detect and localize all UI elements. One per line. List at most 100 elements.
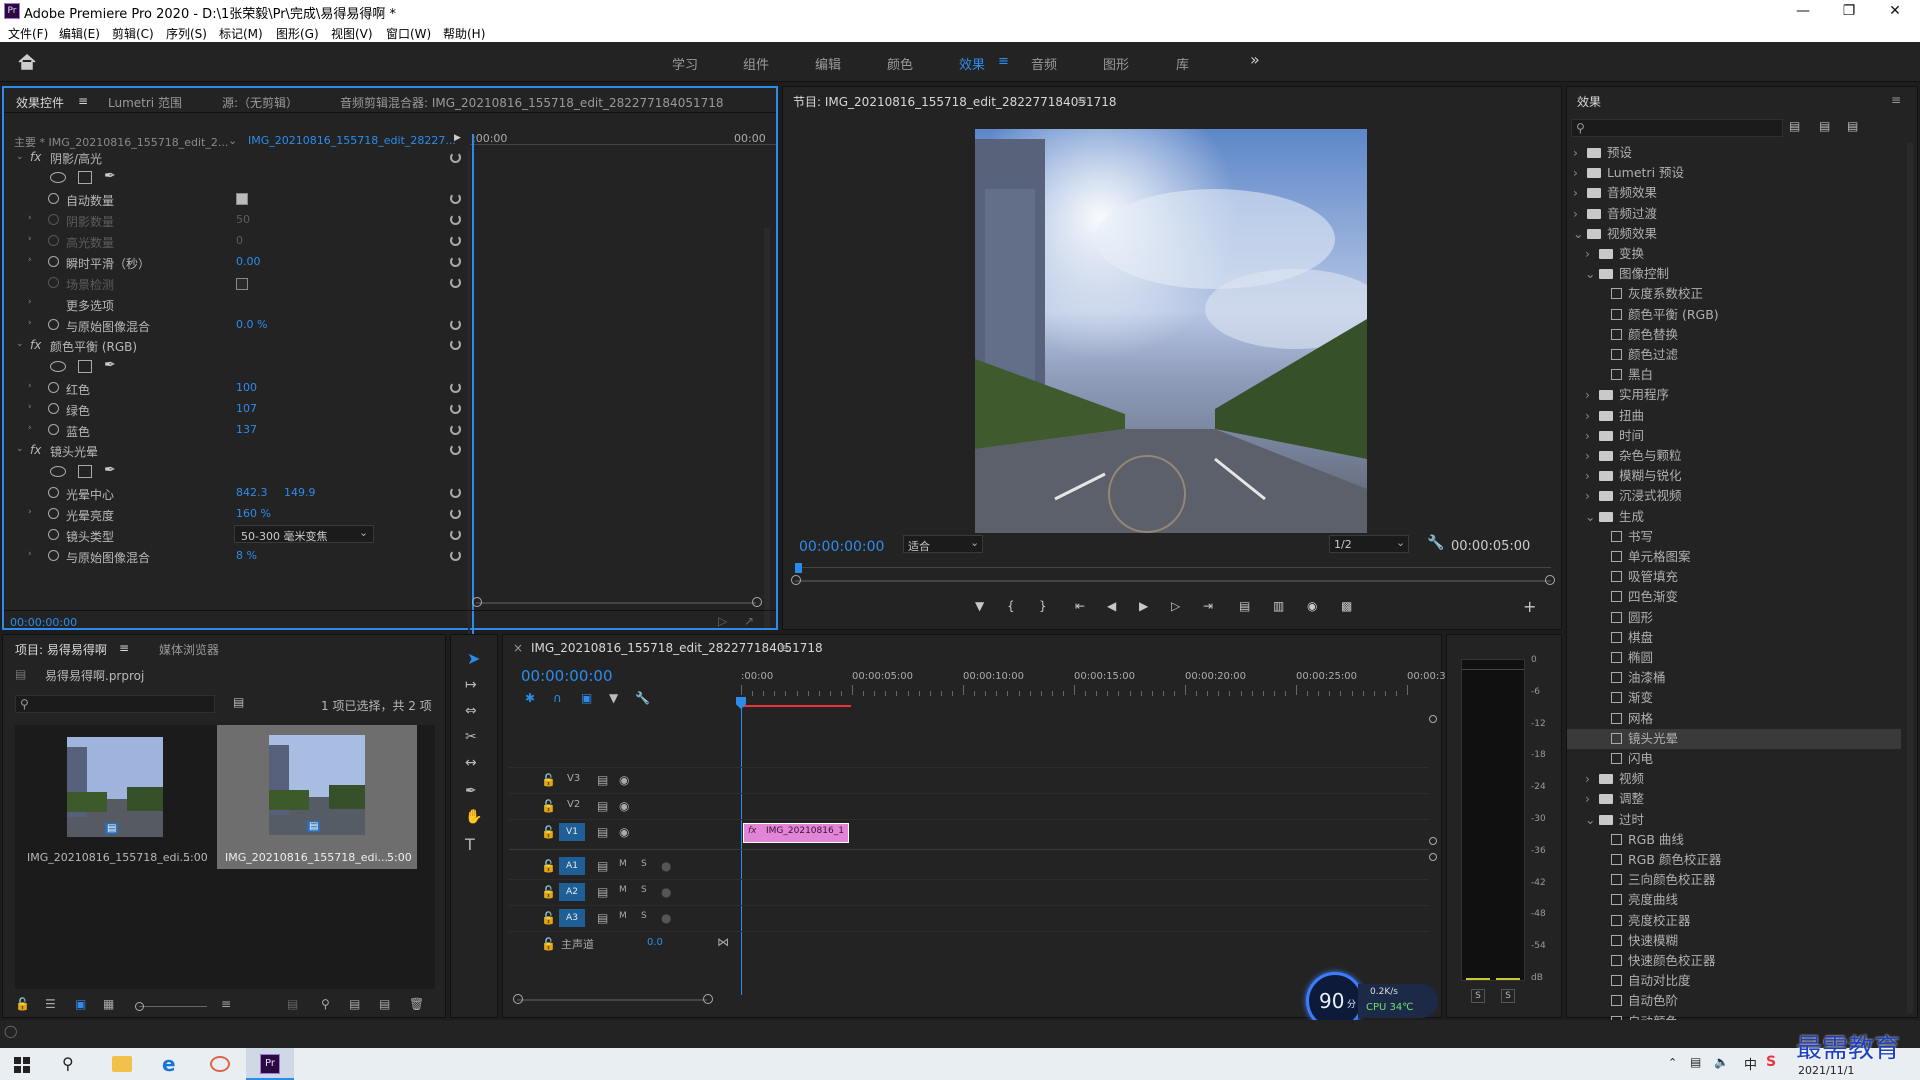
menu-edit[interactable]: 编辑(E) — [59, 25, 100, 42]
stopwatch-icon[interactable] — [48, 403, 59, 414]
temporal-smoothing-value[interactable]: 0.00 — [236, 255, 261, 268]
new-bin-icon[interactable]: ▤ — [349, 997, 360, 1011]
pen-tool-icon[interactable]: ✒ — [465, 783, 477, 799]
playhead-handle[interactable] — [736, 697, 746, 709]
chevron-right-icon[interactable]: › — [1585, 769, 1599, 789]
hand-tool-icon[interactable]: ✋ — [465, 809, 482, 825]
panel-menu-icon[interactable]: ≡ — [1891, 93, 1901, 107]
sync-lock-icon[interactable]: ▤ — [597, 799, 608, 813]
chevron-right-icon[interactable]: › — [1585, 789, 1599, 809]
reset-icon[interactable] — [450, 403, 461, 414]
zoom-handle-left[interactable] — [513, 994, 523, 1004]
track-v1[interactable]: 🔓 V1 ▤ ◉ — [503, 821, 733, 845]
stopwatch-icon[interactable] — [48, 424, 59, 435]
lock-icon[interactable]: 🔓 — [541, 911, 556, 925]
reset-icon[interactable] — [450, 235, 461, 246]
collapse-icon[interactable]: ⌄ — [16, 152, 24, 162]
fx-badge-icon[interactable]: fx — [30, 443, 41, 457]
track-target-a2[interactable]: A2 — [559, 883, 585, 901]
blend-original-2-value[interactable]: 8 % — [236, 549, 257, 562]
reset-icon[interactable] — [450, 214, 461, 225]
track-a2[interactable]: 🔓 A2 ▤ M S ● — [503, 881, 733, 905]
chevron-right-icon[interactable]: › — [1585, 426, 1599, 446]
lens-type-select[interactable]: 50-300 毫米变焦 ⌄ — [234, 525, 374, 543]
ellipse-mask-icon[interactable] — [50, 466, 66, 477]
panel-menu-icon[interactable]: ≡ — [78, 94, 88, 108]
close-icon[interactable]: ✕ — [1872, 0, 1918, 22]
track-target-a1[interactable]: A1 — [559, 857, 585, 875]
effects-item[interactable]: 椭圆 — [1567, 648, 1901, 668]
fx-badge-icon[interactable]: fx — [30, 338, 41, 352]
red-value[interactable]: 100 — [236, 381, 257, 394]
effects-folder[interactable]: ⌄ 生成 — [1567, 507, 1901, 527]
effects-item[interactable]: 亮度校正器 — [1567, 911, 1901, 931]
effects-item[interactable]: 自动色阶 — [1567, 991, 1901, 1011]
stopwatch-icon[interactable] — [48, 508, 59, 519]
chevron-right-icon[interactable]: › — [1585, 385, 1599, 405]
workspace-effects[interactable]: 效果 — [959, 54, 985, 73]
workspace-graphics[interactable]: 图形 — [1103, 54, 1129, 73]
sync-lock-icon[interactable]: ▤ — [597, 859, 608, 873]
master-volume-value[interactable]: 0.0 — [647, 937, 663, 948]
slip-tool-icon[interactable]: ↔ — [465, 755, 477, 771]
stopwatch-icon[interactable] — [48, 193, 59, 204]
expand-icon[interactable]: › — [28, 423, 32, 433]
reset-icon[interactable] — [450, 424, 461, 435]
effects-item[interactable]: 镜头光晕 — [1567, 728, 1901, 749]
video-scroll-handle[interactable] — [1429, 715, 1437, 723]
blue-value[interactable]: 137 — [236, 423, 257, 436]
add-marker-icon[interactable]: ▼ — [609, 691, 618, 705]
sort-icon[interactable]: ≡ — [221, 997, 231, 1011]
program-zoom-bar[interactable] — [795, 580, 1551, 582]
panel-menu-icon[interactable]: ≡ — [119, 641, 129, 655]
effects-item[interactable]: 四色渐变 — [1567, 587, 1901, 607]
effects-folder[interactable]: ⌄ 视频效果 — [1567, 224, 1901, 244]
flare-center-x[interactable]: 842.3 — [236, 486, 268, 499]
project-search-input[interactable]: ⚲ — [15, 695, 215, 713]
menu-view[interactable]: 视图(V) — [331, 25, 373, 42]
chevron-down-icon[interactable]: ⌄ — [1585, 810, 1599, 830]
collapse-icon[interactable]: ⌄ — [16, 339, 24, 349]
track-target-v1[interactable]: V1 — [559, 823, 585, 841]
auto-amount-checkbox[interactable] — [236, 193, 248, 205]
expand-icon[interactable]: › — [28, 381, 32, 391]
trash-icon[interactable]: 🗑 — [409, 997, 424, 1011]
find-icon[interactable]: ⚲ — [321, 997, 330, 1011]
lens-flare-effect[interactable]: 镜头光晕 — [50, 443, 98, 460]
more-workspaces-icon[interactable]: » — [1250, 50, 1260, 69]
effects-folder[interactable]: ⌄ 图像控制 — [1567, 264, 1901, 284]
audio-scroll-handle[interactable] — [1429, 853, 1437, 861]
chevron-right-icon[interactable]: › — [1585, 406, 1599, 426]
effects-item[interactable]: 油漆桶 — [1567, 668, 1901, 688]
color-balance-effect[interactable]: 颜色平衡 (RGB) — [50, 338, 137, 355]
track-target-a3[interactable]: A3 — [559, 909, 585, 927]
track-a1[interactable]: 🔓 A1 ▤ M S ● — [503, 855, 733, 879]
effects-folder[interactable]: › 预设 — [1567, 143, 1901, 163]
nest-icon[interactable]: ✱ — [525, 691, 535, 705]
razor-tool-icon[interactable]: ✂ — [465, 729, 477, 745]
menu-sequence[interactable]: 序列(S) — [166, 25, 207, 42]
effects-item[interactable]: RGB 曲线 — [1567, 830, 1901, 850]
reset-icon[interactable] — [450, 529, 461, 540]
effects-item[interactable]: RGB 颜色校正器 — [1567, 850, 1901, 870]
menu-marker[interactable]: 标记(M) — [219, 25, 263, 42]
reset-icon[interactable] — [450, 319, 461, 330]
32bit-effects-icon[interactable]: ▤ — [1819, 119, 1830, 133]
effects-folder[interactable]: › 实用程序 — [1567, 385, 1901, 405]
clip-label[interactable]: IMG_20210816_155718_edit_28227... — [248, 134, 456, 147]
tab-media-browser[interactable]: 媒体浏览器 — [159, 641, 219, 658]
list-item[interactable]: ▤ IMG_20210816_155718_edi... 5:00 — [19, 733, 211, 867]
snap-icon[interactable]: ∩ — [553, 691, 562, 705]
effects-item[interactable]: 棋盘 — [1567, 628, 1901, 648]
microphone-icon[interactable]: ● — [661, 859, 671, 873]
effects-folder[interactable]: › 音频过渡 — [1567, 204, 1901, 224]
clip-thumbnail[interactable] — [67, 737, 163, 837]
reset-icon[interactable] — [450, 487, 461, 498]
eye-icon[interactable]: ◉ — [619, 773, 629, 787]
expand-icon[interactable]: › — [28, 507, 32, 517]
chevron-right-icon[interactable]: › — [1573, 183, 1587, 203]
effects-item[interactable]: 单元格图案 — [1567, 547, 1901, 567]
mute-button[interactable]: M — [619, 859, 627, 869]
effects-folder[interactable]: › 扭曲 — [1567, 406, 1901, 426]
snipping-tool-icon[interactable] — [210, 1056, 230, 1072]
